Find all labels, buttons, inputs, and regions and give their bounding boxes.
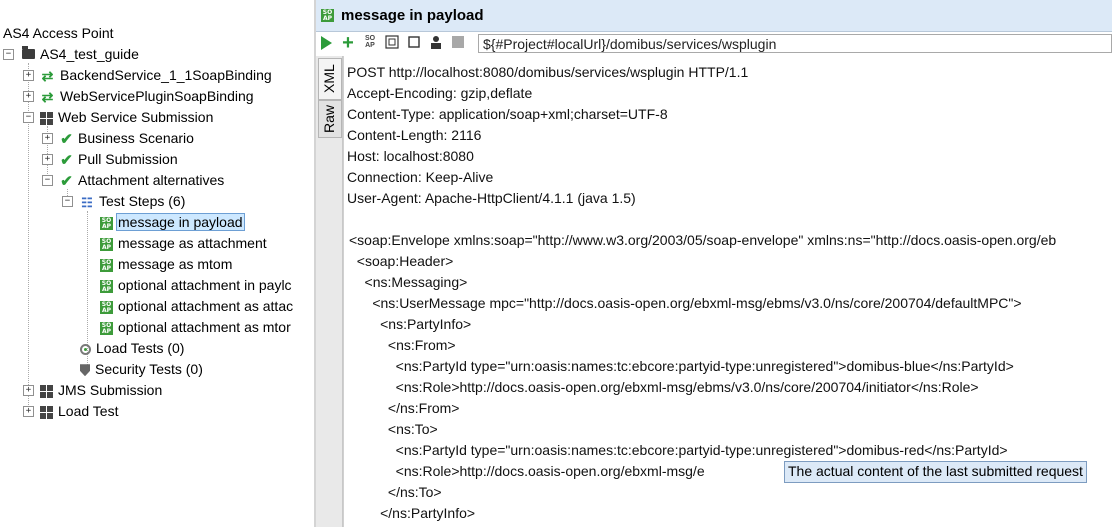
raw-line: </ns:PartyInfo> (349, 505, 476, 521)
tab-xml[interactable]: XML (318, 58, 342, 100)
testsuite-icon (40, 111, 53, 125)
raw-line: <ns:Role>http://docs.oasis-open.org/ebxm… (349, 463, 705, 479)
raw-line: User-Agent: Apache-HttpClient/4.1.1 (jav… (347, 190, 636, 206)
request-editor: SO AP message in payload + SO AP ${#Projec… (316, 0, 1112, 527)
tree-case-pull[interactable]: ✔ Pull Submission (60, 149, 179, 170)
raw-request-view[interactable]: POST http://localhost:8080/domibus/servi… (343, 56, 1112, 527)
endpoint-field[interactable]: ${#Project#localUrl}/domibus/services/ws… (478, 34, 1112, 53)
check-icon: ✔ (60, 172, 73, 190)
raw-line: POST http://localhost:8080/domibus/servi… (347, 64, 749, 80)
soap-request-icon: SO AP (100, 321, 113, 335)
tooltip: The actual content of the last submitted… (784, 461, 1087, 483)
interface-icon: ⇄ (41, 67, 54, 84)
soap-request-icon: SO AP (100, 237, 113, 251)
raw-line: Connection: Keep-Alive (347, 169, 494, 185)
tree-step-6[interactable]: SO AP optional attachment as mtor (100, 317, 292, 338)
tree-suite-ws-submission[interactable]: Web Service Submission (40, 107, 214, 128)
stop-icon[interactable] (406, 35, 422, 51)
tree-load-tests[interactable]: Load Tests (0) (80, 338, 185, 359)
soap-request-icon: SO AP (100, 300, 113, 314)
raw-line: <ns:PartyId type="urn:oasis:names:tc:ebc… (349, 358, 1014, 374)
collapse-toggle[interactable]: − (62, 196, 73, 207)
tree-suite-load[interactable]: Load Test (40, 401, 119, 422)
soap-version-icon[interactable]: SO AP (362, 35, 378, 51)
expand-toggle[interactable]: + (42, 154, 53, 165)
testsuite-icon (40, 405, 53, 419)
add-icon[interactable]: + (340, 33, 356, 53)
interface-icon: ⇄ (41, 88, 54, 105)
raw-line: Content-Length: 2116 (347, 127, 482, 143)
collapse-toggle[interactable]: − (3, 49, 14, 60)
raw-line: </ns:To> (349, 484, 442, 500)
raw-line: Accept-Encoding: gzip,deflate (347, 85, 533, 101)
raw-line: <ns:Role>http://docs.oasis-open.org/ebxm… (349, 379, 979, 395)
raw-line: <ns:UserMessage mpc="http://docs.oasis-o… (349, 295, 1022, 311)
expand-toggle[interactable]: + (42, 133, 53, 144)
expand-toggle[interactable]: + (23, 406, 34, 417)
raw-line: Host: localhost:8080 (347, 148, 474, 164)
raw-line: <soap:Envelope xmlns:soap="http://www.w3… (349, 232, 1057, 248)
user-icon[interactable] (428, 35, 444, 51)
raw-line: <ns:PartyId type="urn:oasis:names:tc:ebc… (349, 442, 1008, 458)
raw-line: <ns:From> (349, 337, 456, 353)
load-test-icon (80, 343, 91, 355)
tree-step-5[interactable]: SO AP optional attachment as attac (100, 296, 294, 317)
soap-request-icon: SO AP (100, 279, 113, 293)
raw-line: Content-Type: application/soap+xml;chars… (347, 106, 668, 122)
format-icon[interactable] (384, 35, 400, 51)
run-icon[interactable] (321, 36, 332, 50)
raw-line: <ns:PartyInfo> (349, 316, 472, 332)
tree-case-business[interactable]: ✔ Business Scenario (60, 128, 195, 149)
tree-case-attachment[interactable]: ✔ Attachment alternatives (60, 170, 225, 191)
expand-toggle[interactable]: + (23, 70, 34, 81)
editor-titlebar: SO AP message in payload (316, 0, 1112, 32)
collapse-toggle[interactable]: − (23, 112, 34, 123)
view-tabs: XML Raw (316, 56, 343, 527)
folder-icon (22, 46, 35, 60)
tree-interface-wsplugin[interactable]: ⇄ WebServicePluginSoapBinding (40, 86, 255, 107)
disabled-icon (450, 35, 466, 51)
collapse-toggle[interactable]: − (42, 175, 53, 186)
soap-request-icon: SO AP (100, 258, 113, 272)
tree-security-tests[interactable]: Security Tests (0) (80, 359, 204, 380)
check-icon: ✔ (60, 130, 73, 148)
tree-suite-jms[interactable]: JMS Submission (40, 380, 163, 401)
tree-interface-backend[interactable]: ⇄ BackendService_1_1SoapBinding (40, 65, 273, 86)
tree-root[interactable]: AS4 Access Point (2, 23, 115, 44)
testsuite-icon (40, 384, 53, 398)
tree-step-1[interactable]: SO AP message in payload (100, 212, 245, 233)
raw-line: <ns:To> (349, 421, 438, 437)
check-icon: ✔ (60, 151, 73, 169)
raw-line: <ns:Messaging> (349, 274, 468, 290)
navigator-panel: AS4 Access Point − AS4_test_guide + ⇄ Bac… (0, 0, 314, 527)
tree-test-steps[interactable]: ☷ Test Steps (6) (80, 191, 186, 212)
list-icon: ☷ (81, 194, 93, 210)
expand-toggle[interactable]: + (23, 385, 34, 396)
tree-project[interactable]: AS4_test_guide (22, 44, 140, 65)
expand-toggle[interactable]: + (23, 91, 34, 102)
raw-line: </ns:From> (349, 400, 460, 416)
tree-step-4[interactable]: SO AP optional attachment in paylc (100, 275, 293, 296)
tree-step-2[interactable]: SO AP message as attachment (100, 233, 268, 254)
shield-icon (80, 364, 90, 377)
editor-title: message in payload (341, 7, 484, 24)
soap-request-icon: SO AP (100, 216, 113, 230)
editor-toolbar: + SO AP ${#Project#localUrl}/domibus/serv… (316, 32, 1112, 56)
tab-raw[interactable]: Raw (318, 100, 342, 138)
soap-request-icon: SO AP (321, 9, 334, 22)
tree-step-3[interactable]: SO AP message as mtom (100, 254, 233, 275)
root-label: AS4 Access Point (3, 25, 114, 41)
raw-line: <soap:Header> (349, 253, 454, 269)
